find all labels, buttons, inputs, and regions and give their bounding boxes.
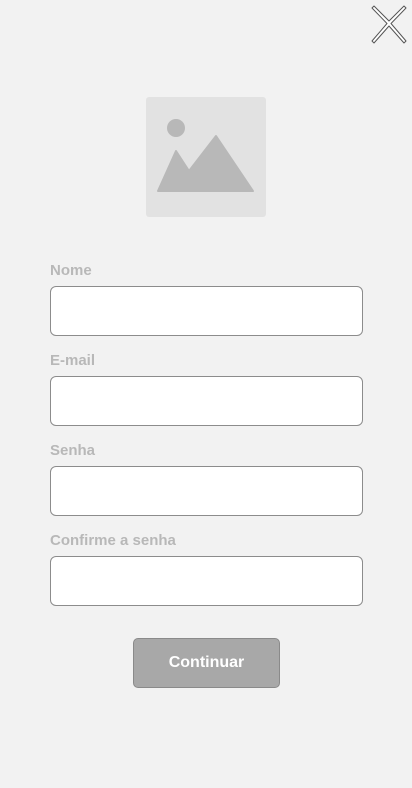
close-button[interactable] <box>370 4 408 44</box>
close-icon <box>371 5 407 44</box>
password-input[interactable] <box>50 466 363 516</box>
email-input[interactable] <box>50 376 363 426</box>
signup-form: Nome E-mail Senha Confirme a senha <box>50 262 363 622</box>
email-field-group: E-mail <box>50 352 363 442</box>
logo-image-placeholder <box>146 97 266 217</box>
password-label: Senha <box>50 442 96 459</box>
confirm-password-field-group: Confirme a senha <box>50 532 363 622</box>
confirm-password-input[interactable] <box>50 556 363 606</box>
confirm-password-label: Confirme a senha <box>50 532 176 549</box>
password-field-group: Senha <box>50 442 363 532</box>
continue-button[interactable]: Continuar <box>133 638 280 688</box>
name-label: Nome <box>50 262 92 279</box>
name-input[interactable] <box>50 286 363 336</box>
name-field-group: Nome <box>50 262 363 352</box>
email-label: E-mail <box>50 352 96 369</box>
image-placeholder-icon <box>157 119 254 192</box>
